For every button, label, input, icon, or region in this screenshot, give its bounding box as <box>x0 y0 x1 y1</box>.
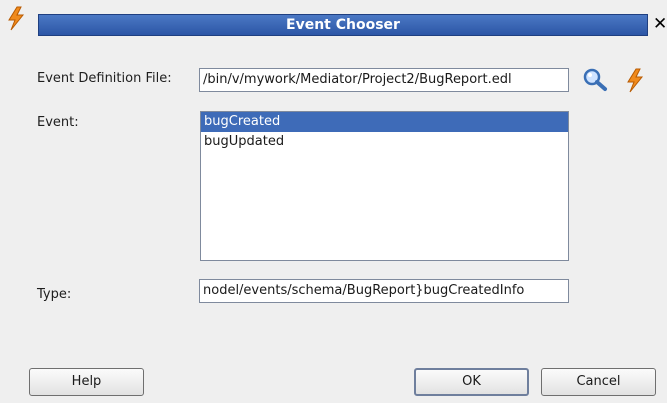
event-chooser-dialog: Event Chooser ✕ Event Definition File: ∕… <box>0 0 667 403</box>
search-icon[interactable] <box>582 67 608 93</box>
list-item-bugupdated[interactable]: bugUpdated <box>201 132 568 152</box>
generate-event-icon[interactable] <box>622 67 648 93</box>
event-list[interactable]: bugCreated bugUpdated <box>200 111 569 261</box>
cancel-button-label: Cancel <box>576 374 621 389</box>
ok-button[interactable]: OK <box>414 368 529 396</box>
list-item-bugcreated[interactable]: bugCreated <box>201 112 568 132</box>
event-label: Event: <box>37 115 79 130</box>
event-definition-field[interactable]: ∕bin/v/mywork/Mediator/Project2/BugRepor… <box>199 68 569 92</box>
help-button-label: Help <box>71 374 102 389</box>
close-icon[interactable]: ✕ <box>653 12 667 36</box>
ok-button-label: OK <box>462 374 481 389</box>
lightning-icon <box>8 6 25 31</box>
title-band: Event Chooser <box>38 14 648 36</box>
title-bar[interactable]: Event Chooser ✕ <box>0 0 667 40</box>
cancel-button[interactable]: Cancel <box>541 368 656 396</box>
type-field[interactable]: nodel/events/schema/BugReport}bugCreated… <box>199 279 569 303</box>
window-title: Event Chooser <box>286 17 400 33</box>
help-button[interactable]: Help <box>29 368 144 396</box>
type-label: Type: <box>37 287 72 302</box>
event-definition-label: Event Definition File: <box>37 71 172 86</box>
